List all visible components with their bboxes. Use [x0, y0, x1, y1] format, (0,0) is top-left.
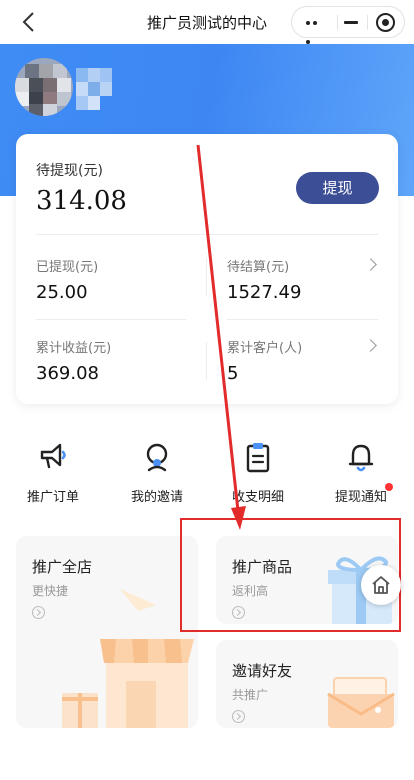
- divider: [206, 258, 207, 296]
- function-menu: 推广订单 我的邀请 收支明细 提现通知: [0, 440, 414, 510]
- promo-card-whole-store[interactable]: 推广全店 更快捷: [16, 536, 198, 728]
- capsule-divider: [337, 15, 338, 30]
- chevron-right-icon[interactable]: [364, 339, 377, 352]
- menu-label: 我的邀请: [130, 490, 183, 505]
- menu-item-promo-orders[interactable]: 推广订单: [1, 440, 105, 510]
- menu-label: 收支明细: [231, 490, 284, 505]
- menu-item-income-details[interactable]: 收支明细: [206, 440, 310, 510]
- storefront-illustration: [62, 589, 194, 728]
- username-blurred: [76, 68, 116, 110]
- pending-value: 314.08: [36, 186, 127, 216]
- more-dots-icon[interactable]: [306, 21, 326, 44]
- menu-label: 提现通知: [334, 490, 387, 505]
- stat-unsettled-value[interactable]: 1527.49: [227, 282, 301, 303]
- user-invite-icon: [146, 443, 168, 472]
- divider: [36, 234, 378, 235]
- balance-card: 待提现(元) 314.08 提现 已提现(元) 25.00 待结算(元) 152…: [16, 134, 398, 404]
- stat-withdrawn-label: 已提现(元): [36, 260, 99, 275]
- arrow-circle-icon: [32, 606, 45, 619]
- withdraw-button[interactable]: 提现: [296, 172, 379, 204]
- divider: [206, 342, 207, 380]
- divider: [227, 319, 378, 320]
- divider: [36, 319, 186, 320]
- menu-item-withdraw-notice[interactable]: 提现通知: [309, 440, 413, 510]
- arrow-circle-icon: [232, 710, 245, 723]
- capsule-divider: [367, 15, 368, 30]
- stat-earnings-value: 369.08: [36, 363, 99, 384]
- stat-customers-label[interactable]: 累计客户(人): [227, 337, 302, 356]
- home-button[interactable]: [361, 565, 401, 605]
- chevron-right-icon[interactable]: [364, 258, 377, 271]
- pending-label: 待提现(元): [36, 163, 103, 179]
- stat-unsettled-label[interactable]: 待结算(元): [227, 256, 289, 275]
- close-circle-icon[interactable]: [376, 13, 395, 32]
- minimize-icon[interactable]: [344, 21, 358, 24]
- stat-earnings-label: 累计收益(元): [36, 341, 112, 356]
- promo-subtitle: 共推广: [232, 688, 269, 702]
- bell-icon: [348, 444, 374, 472]
- envelope-illustration: [327, 677, 395, 728]
- notification-badge: [385, 483, 393, 491]
- stat-customers-value[interactable]: 5: [227, 363, 238, 384]
- mini-program-capsule: [291, 6, 405, 44]
- home-icon: [372, 576, 390, 594]
- promo-title: 推广全店: [32, 558, 93, 576]
- nav-bar: 推广员测试的中心: [0, 0, 414, 44]
- menu-label: 推广订单: [26, 490, 79, 505]
- menu-item-my-invites[interactable]: 我的邀请: [105, 440, 209, 510]
- avatar[interactable]: [15, 58, 73, 116]
- megaphone-icon: [40, 443, 66, 469]
- promo-title: 邀请好友: [232, 662, 293, 680]
- promo-card-invite-friends[interactable]: 邀请好友 共推广: [216, 640, 398, 728]
- clipboard-icon: [246, 443, 270, 473]
- stat-withdrawn-value: 25.00: [36, 282, 88, 303]
